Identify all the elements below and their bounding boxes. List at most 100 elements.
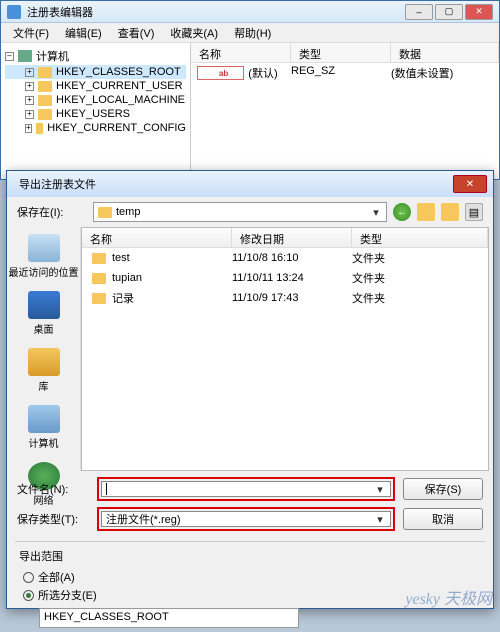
- scope-all-option[interactable]: 全部(A): [19, 568, 481, 586]
- menu-view[interactable]: 查看(V): [110, 23, 163, 43]
- expand-icon[interactable]: +: [25, 124, 32, 133]
- menu-file[interactable]: 文件(F): [5, 23, 57, 43]
- expand-icon[interactable]: +: [25, 96, 34, 105]
- library-icon: [28, 348, 60, 376]
- place-computer[interactable]: 计算机: [7, 402, 80, 453]
- menu-help[interactable]: 帮助(H): [226, 23, 279, 43]
- export-dialog: 导出注册表文件 ✕ 保存在(I): temp ▾ ← ▤ 最近访问的位置 桌面: [6, 170, 494, 609]
- values-header: 名称 类型 数据: [191, 43, 499, 63]
- file-type: 文件夹: [352, 270, 488, 286]
- toolbar-icons: ← ▤: [393, 203, 483, 221]
- tree-root-label: 计算机: [36, 48, 69, 64]
- tree-item-hku[interactable]: + HKEY_USERS: [5, 107, 186, 121]
- expand-icon[interactable]: +: [25, 110, 34, 119]
- branch-input[interactable]: HKEY_CLASSES_ROOT: [39, 608, 299, 628]
- tree-item-label: HKEY_USERS: [56, 108, 130, 120]
- place-label: 桌面: [34, 321, 54, 336]
- filetype-highlight: 注册文件(*.reg) ▾: [97, 507, 395, 531]
- view-menu-icon[interactable]: ▤: [465, 203, 483, 221]
- folder-icon: [92, 293, 106, 304]
- tree-item-label: HKEY_CURRENT_USER: [56, 80, 183, 92]
- text-cursor: [106, 483, 107, 495]
- dialog-title: 导出注册表文件: [19, 176, 453, 192]
- list-item[interactable]: test 11/10/8 16:10 文件夹: [82, 248, 488, 268]
- dialog-close-button[interactable]: ✕: [453, 175, 487, 193]
- file-list[interactable]: 名称 修改日期 类型 test 11/10/8 16:10 文件夹 tupian…: [81, 227, 489, 471]
- col-name[interactable]: 名称: [191, 43, 291, 62]
- current-folder: temp: [116, 206, 366, 218]
- filetype-combo[interactable]: 注册文件(*.reg) ▾: [101, 511, 391, 527]
- registry-values-list[interactable]: 名称 类型 数据 ab(默认) REG_SZ (数值未设置): [191, 43, 499, 173]
- place-desktop[interactable]: 桌面: [7, 288, 80, 339]
- filename-input[interactable]: ▾: [101, 481, 391, 497]
- file-type: 文件夹: [352, 290, 488, 306]
- collapse-icon[interactable]: –: [5, 52, 14, 61]
- maximize-button[interactable]: ▢: [435, 4, 463, 20]
- filetype-value: 注册文件(*.reg): [106, 511, 181, 527]
- computer-icon: [18, 50, 32, 62]
- new-folder-icon[interactable]: [441, 203, 459, 221]
- export-scope-group: 导出范围 全部(A) 所选分支(E) HKEY_CLASSES_ROOT: [15, 541, 485, 632]
- desktop-icon: [28, 291, 60, 319]
- folder-icon: [38, 109, 52, 120]
- registry-menubar: 文件(F) 编辑(E) 查看(V) 收藏夹(A) 帮助(H): [1, 23, 499, 43]
- tree-item-hkcr[interactable]: + HKEY_CLASSES_ROOT: [5, 65, 186, 79]
- col-type[interactable]: 类型: [291, 43, 391, 62]
- scope-title: 导出范围: [19, 548, 481, 564]
- tree-item-hkcc[interactable]: + HKEY_CURRENT_CONFIG: [5, 121, 186, 135]
- file-list-header: 名称 修改日期 类型: [82, 228, 488, 248]
- folder-icon: [38, 95, 52, 106]
- col-type[interactable]: 类型: [352, 228, 488, 247]
- list-item[interactable]: 记录 11/10/9 17:43 文件夹: [82, 288, 488, 308]
- registry-titlebar: 注册表编辑器 – ▢ ✕: [1, 1, 499, 23]
- file-modified: 11/10/8 16:10: [232, 252, 352, 264]
- save-in-combo[interactable]: temp ▾: [93, 202, 387, 222]
- chevron-down-icon[interactable]: ▾: [374, 483, 386, 496]
- col-data[interactable]: 数据: [391, 43, 499, 62]
- place-label: 计算机: [29, 435, 59, 450]
- window-controls: – ▢ ✕: [405, 4, 493, 20]
- folder-icon: [38, 67, 52, 78]
- value-type: REG_SZ: [291, 65, 391, 81]
- file-modified: 11/10/11 13:24: [232, 272, 352, 284]
- tree-item-label: HKEY_CURRENT_CONFIG: [47, 122, 186, 134]
- registry-tree[interactable]: – 计算机 + HKEY_CLASSES_ROOT + HKEY_CURRENT…: [1, 43, 191, 173]
- chevron-down-icon[interactable]: ▾: [370, 206, 382, 219]
- tree-item-hklm[interactable]: + HKEY_LOCAL_MACHINE: [5, 93, 186, 107]
- col-modified[interactable]: 修改日期: [232, 228, 352, 247]
- expand-icon[interactable]: +: [25, 82, 34, 91]
- file-name: 记录: [112, 290, 134, 306]
- radio-icon[interactable]: [23, 572, 34, 583]
- back-icon[interactable]: ←: [393, 203, 411, 221]
- value-name: (默认): [248, 65, 291, 81]
- tree-root-computer[interactable]: – 计算机: [5, 47, 186, 65]
- list-item[interactable]: tupian 11/10/11 13:24 文件夹: [82, 268, 488, 288]
- value-row[interactable]: ab(默认) REG_SZ (数值未设置): [191, 63, 499, 83]
- place-library[interactable]: 库: [7, 345, 80, 396]
- places-bar: 最近访问的位置 桌面 库 计算机 网络: [7, 227, 81, 471]
- registry-editor-window: 注册表编辑器 – ▢ ✕ 文件(F) 编辑(E) 查看(V) 收藏夹(A) 帮助…: [0, 0, 500, 180]
- close-button[interactable]: ✕: [465, 4, 493, 20]
- place-label: 库: [39, 378, 49, 393]
- expand-icon[interactable]: +: [25, 68, 34, 77]
- menu-favorites[interactable]: 收藏夹(A): [162, 23, 226, 43]
- radio-icon[interactable]: [23, 590, 34, 601]
- up-one-level-icon[interactable]: [417, 203, 435, 221]
- folder-icon: [92, 253, 106, 264]
- col-name[interactable]: 名称: [82, 228, 232, 247]
- filetype-label: 保存类型(T):: [17, 511, 89, 527]
- place-recent[interactable]: 最近访问的位置: [7, 231, 80, 282]
- scope-branch-option[interactable]: 所选分支(E): [19, 586, 481, 604]
- cancel-button[interactable]: 取消: [403, 508, 483, 530]
- filename-label: 文件名(N):: [17, 481, 89, 497]
- save-in-label: 保存在(I):: [17, 204, 87, 220]
- chevron-down-icon[interactable]: ▾: [374, 513, 386, 526]
- registry-title: 注册表编辑器: [27, 4, 405, 20]
- save-button[interactable]: 保存(S): [403, 478, 483, 500]
- dialog-titlebar: 导出注册表文件 ✕: [7, 171, 493, 197]
- scope-all-label: 全部(A): [38, 569, 75, 585]
- folder-icon: [92, 273, 106, 284]
- menu-edit[interactable]: 编辑(E): [57, 23, 110, 43]
- tree-item-hkcu[interactable]: + HKEY_CURRENT_USER: [5, 79, 186, 93]
- minimize-button[interactable]: –: [405, 4, 433, 20]
